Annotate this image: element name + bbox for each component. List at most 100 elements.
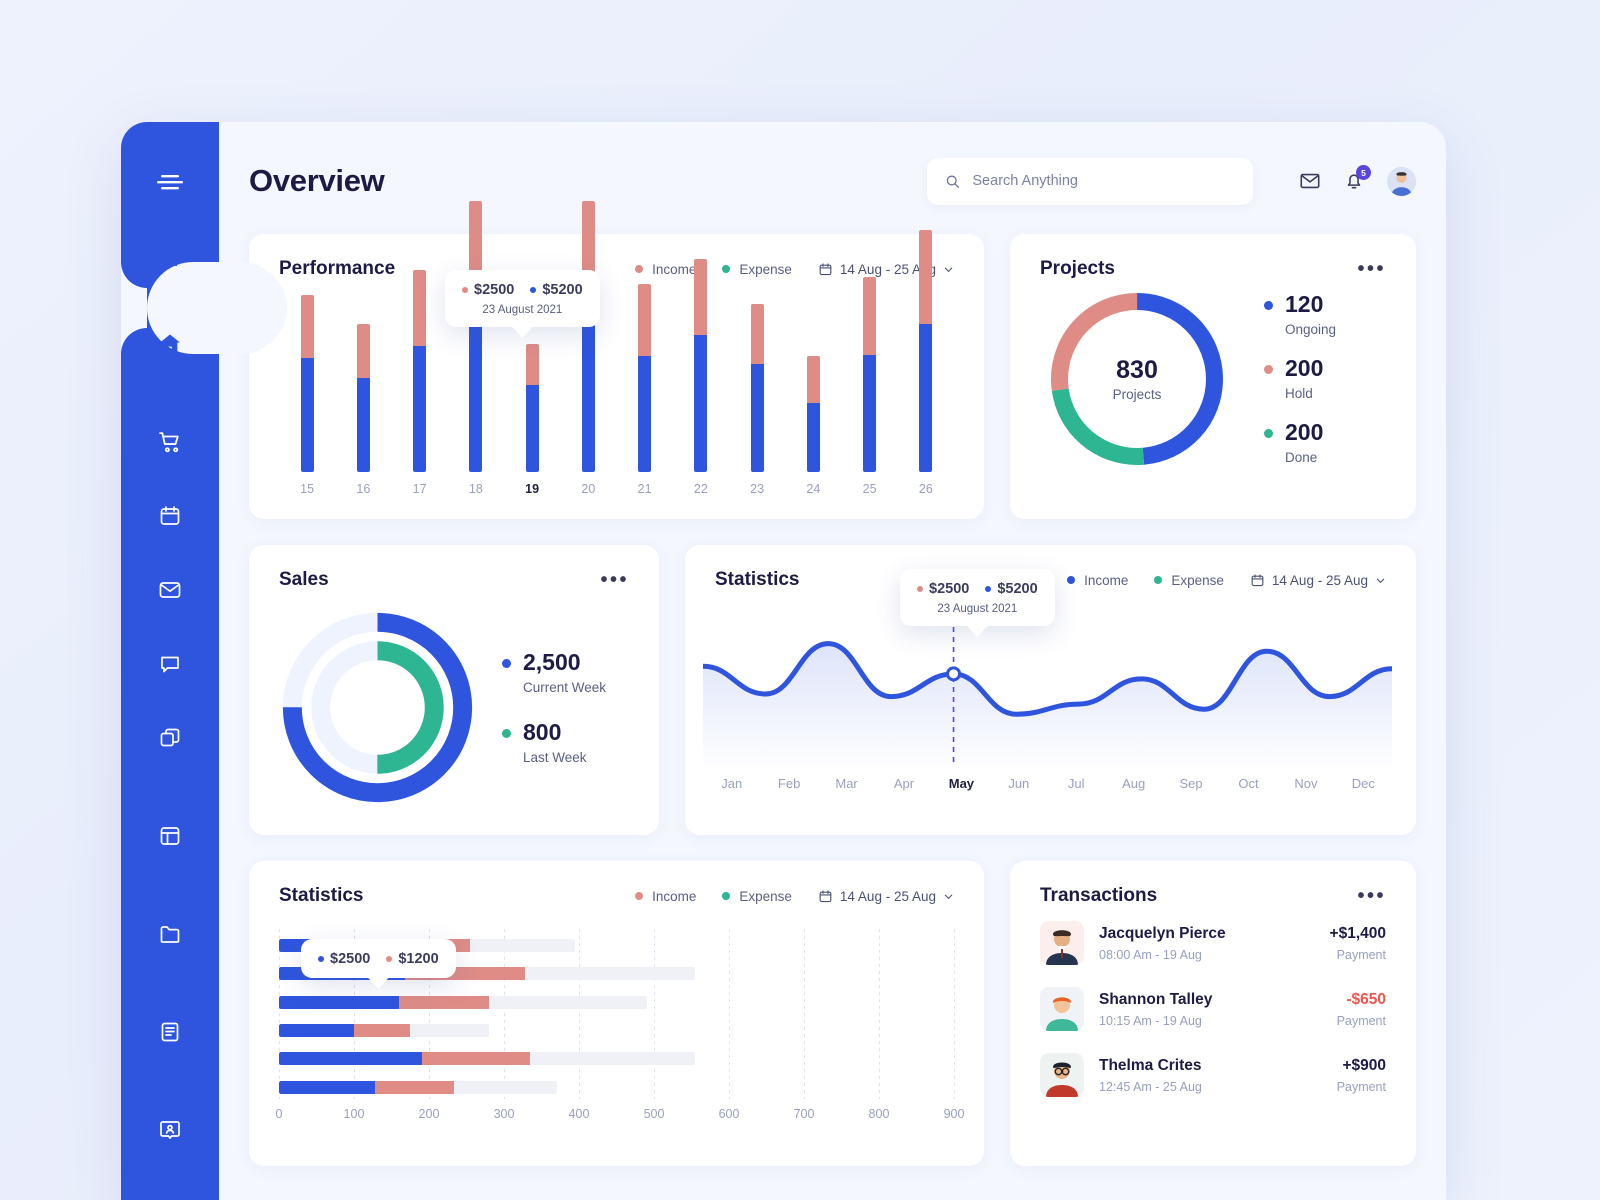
statistics-bar-axis-label: 0 — [275, 1107, 283, 1121]
avatar-image — [1387, 166, 1416, 196]
statistics-bar-axis-label: 900 — [943, 1107, 965, 1121]
transaction-kind: Payment — [1336, 1079, 1386, 1094]
tooltip-date: 23 August 2021 — [482, 304, 563, 316]
bar-expense — [279, 995, 399, 1009]
notifications-button[interactable]: 5 — [1343, 165, 1371, 192]
performance-legend: Income Expense 14 Aug - 25 Aug — [635, 262, 954, 277]
sidebar-item-layout[interactable] — [146, 812, 194, 860]
statistics-bar-axis-label: 600 — [718, 1107, 740, 1121]
statistics-line-date-range[interactable]: 14 Aug - 25 Aug — [1250, 573, 1386, 588]
sidebar-item-calendar[interactable] — [146, 492, 194, 540]
sidebar-item-home[interactable] — [146, 320, 194, 368]
performance-bar[interactable] — [413, 269, 427, 472]
projects-menu-button[interactable]: ••• — [1357, 259, 1386, 279]
bar-income — [399, 995, 489, 1009]
bar-income — [353, 1024, 411, 1037]
statistics-bar-date-label: 14 Aug - 25 Aug — [839, 888, 936, 904]
statistics-line-axis-label: Jun — [1008, 776, 1030, 791]
projects-ongoing-label: Ongoing — [1285, 322, 1337, 337]
performance-bar[interactable] — [356, 323, 370, 472]
grid-line — [504, 929, 505, 1099]
statistics-line-tooltip: $2500 $5200 23 August 2021 — [900, 569, 1055, 637]
projects-hold-value: 200 — [1285, 355, 1324, 381]
avatar[interactable] — [1387, 166, 1416, 196]
mail-icon — [159, 582, 181, 598]
performance-bar-expense — [525, 385, 539, 472]
layers-icon — [160, 728, 180, 747]
sales-menu-button[interactable]: ••• — [600, 570, 629, 590]
performance-axis-label: 16 — [356, 482, 371, 496]
transaction-time: 10:15 Am - 19 Aug — [1099, 1013, 1202, 1028]
statistics-bar-row[interactable] — [279, 995, 954, 1009]
chevron-down-icon — [944, 267, 953, 272]
sidebar-item-contacts[interactable] — [146, 1106, 194, 1154]
transaction-name: Thelma Crites — [1099, 1056, 1202, 1074]
sidebar-item-layers[interactable] — [146, 714, 194, 762]
transaction-row[interactable]: Thelma Crites 12:45 Am - 25 Aug +$900 Payme… — [1040, 1053, 1386, 1097]
performance-bar-income — [694, 258, 708, 335]
mail-icon — [1300, 173, 1320, 189]
transaction-row[interactable]: Jacquelyn Pierce 08:00 Am - 19 Aug +$1,400… — [1040, 921, 1386, 965]
statistics-bar-legend: Income Expense 14 Aug - 25 Aug — [635, 889, 954, 904]
legend-label-income: Income — [652, 261, 697, 277]
statistics-bar-x-axis: 0 100 200 300 400 500 600 700 800 900 — [275, 1107, 965, 1125]
performance-chart — [279, 201, 954, 472]
performance-bar[interactable] — [300, 295, 314, 472]
performance-axis-label: 22 — [693, 482, 708, 496]
performance-bar[interactable] — [806, 356, 820, 472]
search-icon — [946, 175, 960, 188]
transaction-amount: +$1,400 — [1329, 924, 1386, 942]
legend-expense: Expense — [722, 262, 792, 277]
user-card-icon — [160, 1121, 180, 1140]
search-box[interactable] — [927, 157, 1253, 205]
performance-bar[interactable] — [863, 276, 877, 472]
chat-icon — [161, 656, 179, 673]
projects-done-value: 200 — [1285, 419, 1324, 445]
statistics-bar-row[interactable] — [279, 1080, 954, 1094]
menu-toggle[interactable] — [146, 158, 194, 206]
chevron-down-icon — [944, 894, 953, 899]
performance-bar-income — [356, 323, 370, 379]
grid-line — [279, 929, 280, 1099]
mail-button[interactable] — [1299, 170, 1321, 192]
sidebar-item-files[interactable] — [146, 910, 194, 958]
tooltip-income: $2500 — [462, 282, 514, 298]
folder-icon — [160, 926, 180, 943]
legend-label-income: Income — [652, 888, 697, 904]
row-three: Statistics Income Expense 14 Aug - 25 Au… — [249, 861, 1416, 1166]
sidebar-item-mail[interactable] — [146, 566, 194, 614]
performance-bar[interactable] — [638, 284, 652, 472]
performance-bar[interactable] — [919, 229, 933, 472]
transaction-row[interactable]: Shannon Talley 10:15 Am - 19 Aug -$650 Paym… — [1040, 987, 1386, 1031]
statistics-bar-row[interactable] — [279, 1052, 954, 1066]
performance-bar[interactable] — [581, 201, 595, 472]
performance-bar[interactable] — [525, 343, 539, 472]
search-input[interactable] — [972, 173, 1235, 189]
transaction-time: 08:00 Am - 19 Aug — [1099, 947, 1202, 962]
avatar — [1040, 987, 1084, 1031]
grid-line — [954, 929, 955, 1099]
performance-bar-expense — [694, 334, 708, 472]
performance-bar[interactable] — [750, 304, 764, 472]
calendar-icon — [1251, 573, 1264, 586]
sidebar-item-chat[interactable] — [146, 640, 194, 688]
sidebar-item-shop[interactable] — [146, 418, 194, 466]
statistics-line-axis-label: Jul — [1067, 776, 1085, 791]
performance-bar[interactable] — [694, 258, 708, 472]
statistics-bar-axis-label: 100 — [343, 1107, 365, 1121]
statistics-bar-axis-label: 500 — [643, 1107, 665, 1121]
calendar-icon — [160, 506, 180, 525]
statistics-bar-date-range[interactable]: 14 Aug - 25 Aug — [818, 889, 954, 904]
statistics-bar-row[interactable] — [279, 1024, 954, 1037]
projects-ongoing-value: 120 — [1285, 291, 1324, 317]
transactions-menu-button[interactable]: ••• — [1357, 886, 1386, 906]
legend-income: Income — [635, 889, 696, 904]
transaction-amount: +$900 — [1342, 1056, 1386, 1074]
performance-date-range[interactable]: 14 Aug - 25 Aug — [818, 262, 954, 277]
sales-last-value: 800 — [523, 718, 562, 745]
statistics-bar-title: Statistics — [279, 885, 364, 906]
sidebar-item-reports[interactable] — [146, 1008, 194, 1056]
sales-title: Sales — [279, 569, 329, 590]
performance-bar[interactable] — [469, 201, 483, 472]
statistics-bar-axis-label: 800 — [868, 1107, 890, 1121]
